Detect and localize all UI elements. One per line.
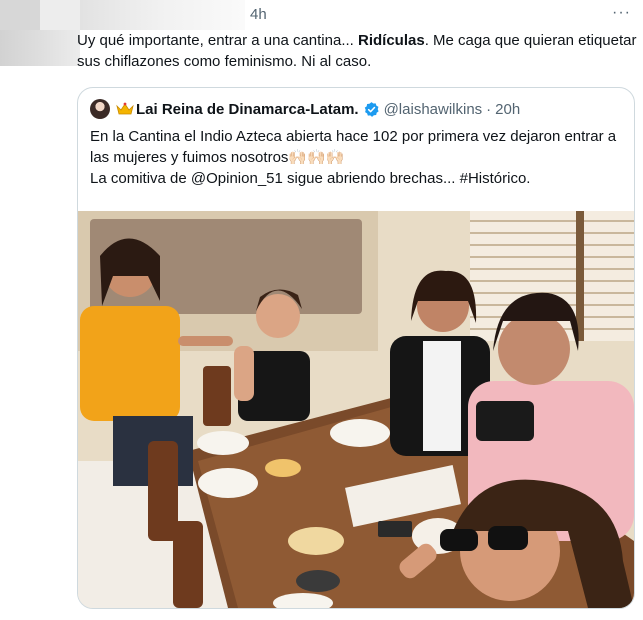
tweet-timestamp[interactable]: 4h	[250, 6, 267, 23]
more-icon[interactable]: ···	[612, 4, 631, 22]
quoted-tweet-time[interactable]: 20h	[495, 101, 520, 118]
quoted-text-line1: En la Cantina el Indio Azteca abierta ha…	[90, 128, 617, 166]
crown-icon	[116, 102, 134, 115]
quoted-author-name[interactable]: Lai Reina de Dinamarca-Latam.	[136, 101, 359, 118]
quoted-tweet-photo[interactable]	[78, 211, 634, 608]
raised-hands-emoji: 🙌🏻🙌🏻🙌🏻	[288, 149, 345, 166]
quoted-tweet-header: Lai Reina de Dinamarca-Latam. @laishawil…	[90, 98, 520, 120]
quoted-tweet-text: En la Cantina el Indio Azteca abierta ha…	[90, 126, 620, 189]
blurred-author-name	[0, 0, 245, 30]
tweet-text: Uy qué importante, entrar a una cantina.…	[77, 30, 637, 72]
tweet-text-bold: Ridículas	[358, 32, 425, 49]
quoted-author-handle[interactable]: @laishawilkins	[384, 101, 483, 118]
quoted-tweet[interactable]: Lai Reina de Dinamarca-Latam. @laishawil…	[77, 87, 635, 609]
blurred-author-avatar	[0, 30, 80, 66]
verified-badge-icon	[364, 101, 379, 117]
quoted-text-line2: La comitiva de @Opinion_51 sigue abriend…	[90, 170, 531, 187]
dot-separator: ·	[486, 100, 492, 118]
quoted-author-avatar[interactable]	[90, 99, 110, 119]
tweet-text-part1: Uy qué importante, entrar a una cantina.…	[77, 32, 358, 49]
